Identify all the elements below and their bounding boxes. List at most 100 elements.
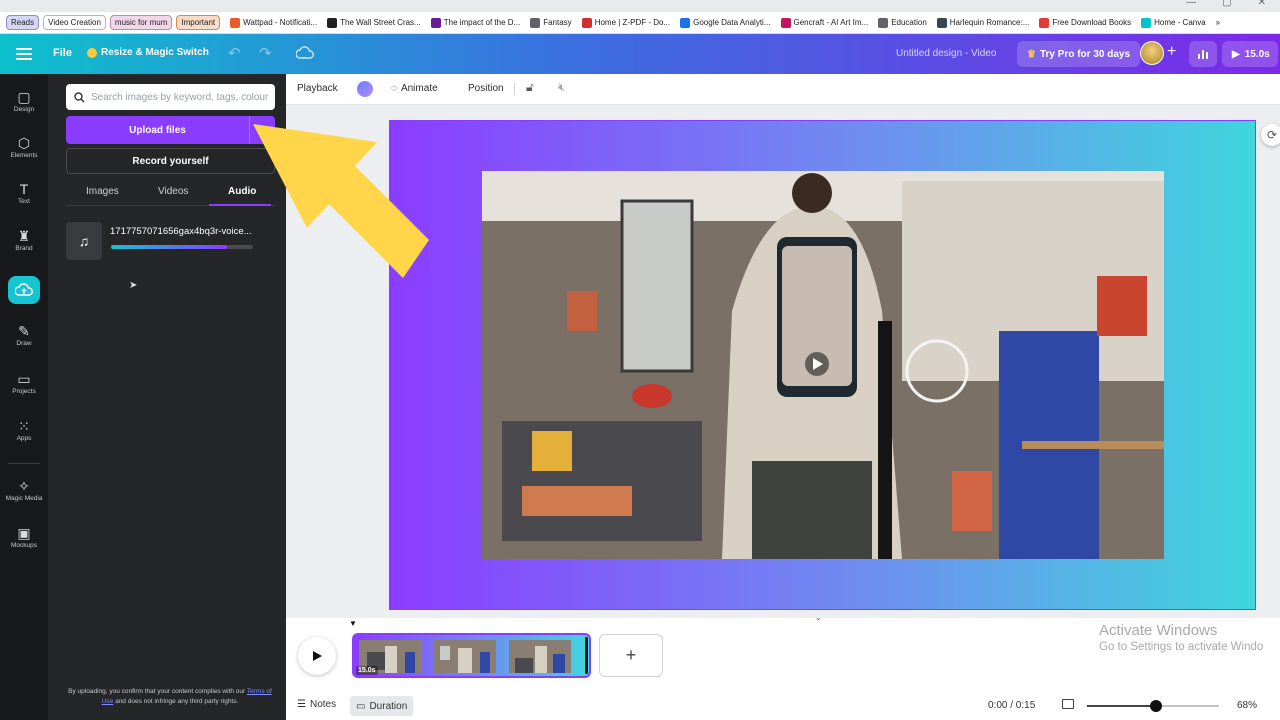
timeline-play-button[interactable] <box>298 637 336 675</box>
rail-item-magic-media[interactable]: ✧ Magic Media <box>0 479 48 502</box>
video-element[interactable] <box>482 171 1164 559</box>
magic-media-icon: ✧ <box>18 478 30 494</box>
bookmark-folder-pill[interactable]: music for mum <box>109 15 173 30</box>
zoom-slider-knob[interactable] <box>1149 700 1162 712</box>
bookmark-item[interactable]: The Wall Street Cras... <box>327 17 421 28</box>
zoom-level[interactable]: 68% <box>1237 700 1257 711</box>
notes-button[interactable]: ☰ Notes <box>297 699 336 710</box>
uploads-panel: Upload files ··· Record yourself Images … <box>48 74 286 720</box>
resize-magic-switch-button[interactable]: Resize & Magic Switch <box>87 47 209 58</box>
search-input[interactable] <box>91 91 271 103</box>
bookmark-item[interactable]: Home | Z-PDF - Do... <box>581 17 671 28</box>
rail-item-label: Mockups <box>10 542 37 549</box>
upload-terms-text: By uploading, you confirm that your cont… <box>62 687 278 707</box>
search-field[interactable] <box>66 84 275 110</box>
watermark-subtitle: Go to Settings to activate Windo <box>1099 641 1264 653</box>
present-play-button[interactable]: ▶ 15.0s <box>1222 41 1278 67</box>
editor-header: File Resize & Magic Switch ↶ ↷ Untitled … <box>0 34 1280 74</box>
rail-item-design[interactable]: ▢ Design <box>0 90 48 113</box>
window-controls[interactable]: — ▢ ✕ <box>1186 0 1266 8</box>
status-bar <box>286 694 1280 720</box>
bookmark-item[interactable]: Gencraft - AI Art Im... <box>780 17 868 28</box>
bookmark-favicon-icon <box>230 17 241 28</box>
bookmark-item[interactable]: Education <box>878 17 927 28</box>
rail-item-elements[interactable]: ⬡ Elements <box>0 136 48 159</box>
add-collaborator-icon[interactable]: + <box>1167 43 1176 61</box>
duration-button[interactable]: ▭ Duration <box>350 696 414 716</box>
animate-button[interactable]: ◌ Animate <box>391 83 438 94</box>
tab-audio[interactable]: Audio <box>228 186 256 197</box>
rail-item-apps[interactable]: ⁙ Apps <box>0 419 48 442</box>
clip-trim-handle[interactable] <box>585 637 588 674</box>
brand-icon: ♜ <box>17 228 31 244</box>
bookmark-favicon-icon <box>1141 17 1152 28</box>
rail-item-label: Magic Media <box>5 495 43 502</box>
position-button[interactable]: Position <box>468 83 504 94</box>
tab-videos[interactable]: Videos <box>158 186 188 197</box>
try-pro-button[interactable]: ♛ Try Pro for 30 days <box>1017 41 1141 67</box>
bookmark-item[interactable]: Fantasy <box>530 17 572 28</box>
bookmark-folder-pill[interactable]: Reads <box>6 15 40 30</box>
cloud-save-icon[interactable] <box>296 46 314 60</box>
bookmark-label: Wattpad - Notificati... <box>243 18 318 27</box>
bookmark-item[interactable]: Free Download Books <box>1039 17 1131 28</box>
bookmark-label: The Wall Street Cras... <box>340 18 421 27</box>
color-swatch-button[interactable] <box>357 81 373 97</box>
rail-item-label: Brand <box>15 245 33 252</box>
bookmark-label: Harlequin Romance:... <box>949 18 1030 27</box>
bookmark-item[interactable]: Home - Canva <box>1141 17 1206 28</box>
video-frame-illustration <box>482 171 1164 559</box>
bookmark-label: The impact of the D... <box>443 18 521 27</box>
play-icon: ▶ <box>1232 48 1240 60</box>
uploads-cloud-icon[interactable] <box>8 276 40 304</box>
bookmark-favicon-icon <box>878 17 889 28</box>
duration-icon: ▭ <box>356 700 366 712</box>
bookmark-item[interactable]: Harlequin Romance:... <box>936 17 1030 28</box>
design-icon: ▢ <box>17 89 31 105</box>
lock-icon[interactable]: 🔓︎ <box>526 80 534 95</box>
audio-upload-item[interactable]: ♫ 1717757071656gax4bq3r-voice... <box>66 222 275 260</box>
bookmark-item[interactable]: Google Data Analyti... <box>680 17 771 28</box>
mute-icon[interactable]: 🔇︎ <box>558 80 566 95</box>
rail-item-label: Design <box>13 106 35 113</box>
clip-thumbnail <box>434 640 496 673</box>
bookmark-folder-pill[interactable]: Important <box>176 15 221 30</box>
bookmark-label: Home | Z-PDF - Do... <box>594 18 671 27</box>
duration-label: 15.0s <box>1244 48 1270 60</box>
record-yourself-button[interactable]: Record yourself <box>66 148 275 174</box>
upload-files-button[interactable]: Upload files <box>66 116 249 144</box>
tab-images[interactable]: Images <box>86 186 119 197</box>
rail-item-text[interactable]: T Text <box>0 182 48 205</box>
menu-icon[interactable] <box>16 46 32 62</box>
bookmark-item[interactable]: The impact of the D... <box>430 17 521 28</box>
active-tab-indicator <box>209 204 271 206</box>
redo-icon[interactable]: ↷ <box>259 44 272 62</box>
audio-file-name: 1717757071656gax4bq3r-voice... <box>110 226 252 237</box>
rail-item-brand[interactable]: ♜ Brand <box>0 229 48 252</box>
file-menu-button[interactable]: File <box>53 47 72 59</box>
bookmarks-overflow-icon[interactable]: » <box>1216 18 1220 27</box>
avatar[interactable] <box>1140 41 1164 65</box>
rail-item-label: Text <box>18 198 30 205</box>
watermark-title: Activate Windows <box>1099 622 1218 639</box>
document-title[interactable]: Untitled design - Video <box>896 48 996 59</box>
playback-button[interactable]: Playback <box>297 83 338 94</box>
refresh-icon[interactable]: ⟳ <box>1261 124 1280 146</box>
pages-view-icon[interactable] <box>1062 699 1074 709</box>
playhead-marker-icon[interactable]: ▼ <box>349 619 357 628</box>
bookmark-label: Home - Canva <box>1154 18 1206 27</box>
bookmark-folder-pill[interactable]: Video Creation <box>43 15 106 30</box>
bookmark-item[interactable]: Wattpad - Notificati... <box>230 17 318 28</box>
bookmark-favicon-icon <box>327 17 338 28</box>
undo-icon[interactable]: ↶ <box>228 44 241 62</box>
insights-button[interactable] <box>1189 41 1217 67</box>
expand-timeline-icon[interactable]: ⌄ <box>815 613 822 622</box>
rail-item-mockups[interactable]: ▣ Mockups <box>0 526 48 549</box>
video-clip[interactable] <box>352 633 591 678</box>
add-clip-button[interactable]: + <box>599 634 663 677</box>
rail-item-projects[interactable]: ▭ Projects <box>0 372 48 395</box>
duration-btn-label: Duration <box>369 700 408 712</box>
rail-item-draw[interactable]: ✎ Draw <box>0 324 48 347</box>
elements-icon: ⬡ <box>17 135 31 151</box>
upload-more-button[interactable]: ··· <box>249 116 275 144</box>
